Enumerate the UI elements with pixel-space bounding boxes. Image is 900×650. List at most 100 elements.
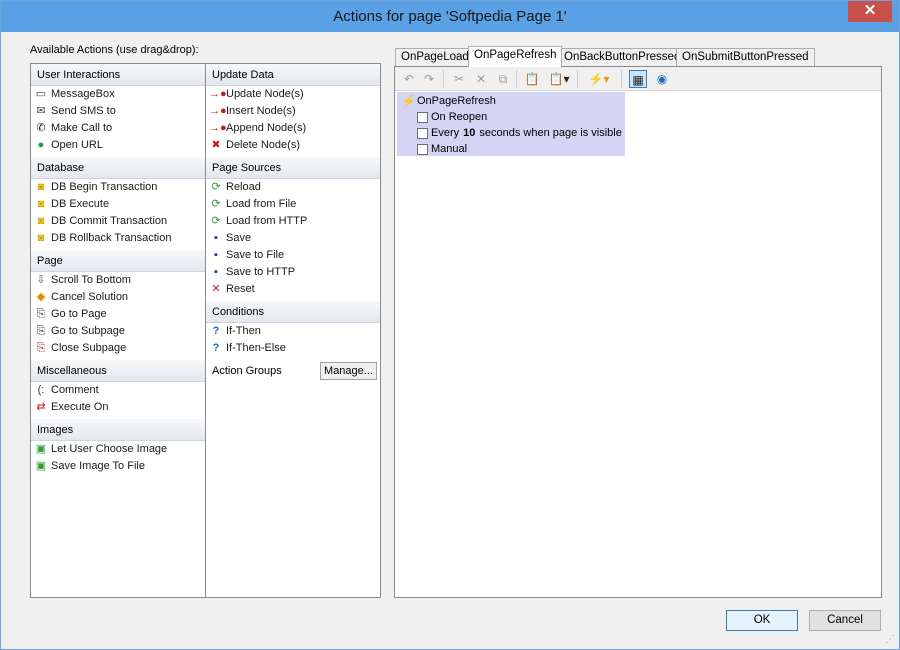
append-node-icon: →● (209, 122, 227, 134)
event-icon[interactable]: ⚡▾ (585, 70, 613, 88)
preview-icon[interactable]: ◉ (653, 70, 671, 88)
toolbar-separator (443, 70, 444, 88)
action-go-subpage[interactable]: ⎘ Go to Subpage (31, 323, 205, 340)
action-reload[interactable]: ⟳ Reload (206, 179, 380, 196)
actions-column-right: Update Data →● Update Node(s) →● Insert No… (206, 64, 380, 597)
action-close-subpage[interactable]: ⎘ Close Subpage (31, 340, 205, 357)
group-header-update-data: Update Data (206, 64, 380, 86)
action-append-node[interactable]: →● Append Node(s) (206, 120, 380, 137)
option-every-interval[interactable]: Every 10 seconds when page is visible (417, 125, 622, 141)
action-scroll-bottom[interactable]: ⇩ Scroll To Bottom (31, 272, 205, 289)
event-tree: ⚡ OnPageRefresh On Reopen Every 10 seconds… (397, 92, 625, 156)
reset-icon: ✕ (211, 283, 221, 295)
group-header-page: Page (31, 250, 205, 272)
action-db-begin[interactable]: ◙ DB Begin Transaction (31, 179, 205, 196)
delete-icon[interactable]: ✕ (472, 70, 490, 88)
action-open-url[interactable]: ● Open URL (31, 137, 205, 154)
group-header-miscellaneous: Miscellaneous (31, 360, 205, 382)
action-make-call[interactable]: ✆ Make Call to (31, 120, 205, 137)
resize-grip-icon[interactable]: ⋰ (885, 635, 895, 645)
toolbar-separator (516, 70, 517, 88)
save-http-icon: ▪ (214, 266, 218, 278)
action-db-execute[interactable]: ◙ DB Execute (31, 196, 205, 213)
message-icon: ▭ (35, 88, 47, 100)
every-interval-checkbox[interactable] (417, 128, 428, 139)
action-execute-on[interactable]: ⇄ Execute On (31, 399, 205, 416)
action-comment[interactable]: (: Comment (31, 382, 205, 399)
save-icon: ▪ (214, 232, 218, 244)
window-title: Actions for page 'Softpedia Page 1' (333, 8, 567, 25)
cancel-button[interactable]: Cancel (809, 610, 881, 631)
undo-icon[interactable]: ↶ (400, 70, 418, 88)
delete-node-icon: ✖ (211, 139, 221, 151)
action-choose-image[interactable]: ▣ Let User Choose Image (31, 441, 205, 458)
paste-icon[interactable]: 📋 (523, 70, 541, 88)
action-reset[interactable]: ✕ Reset (206, 281, 380, 298)
envelope-icon: ✉ (36, 105, 46, 117)
event-editor: ↶ ↷ ✂ ✕ ⧉ 📋 📋▾ ⚡▾ ▦ ◉ ⚡ OnPageRefresh On… (394, 66, 882, 598)
group-header-conditions: Conditions (206, 301, 380, 323)
action-save-file[interactable]: ▪ Save to File (206, 247, 380, 264)
action-save-image[interactable]: ▣ Save Image To File (31, 458, 205, 475)
phone-icon: ✆ (36, 122, 46, 134)
insert-node-icon: →● (209, 105, 227, 117)
dialog-window: Actions for page 'Softpedia Page 1' ✕ Av… (0, 0, 900, 650)
action-if-then-else[interactable]: ? If-Then-Else (206, 340, 380, 357)
action-load-http[interactable]: ⟳ Load from HTTP (206, 213, 380, 230)
title-bar[interactable]: Actions for page 'Softpedia Page 1' ✕ (1, 1, 899, 32)
action-update-node[interactable]: →● Update Node(s) (206, 86, 380, 103)
action-save[interactable]: ▪ Save (206, 230, 380, 247)
toolbar-separator (621, 70, 622, 88)
close-button[interactable]: ✕ (848, 1, 892, 22)
group-header-database: Database (31, 157, 205, 179)
on-reopen-checkbox[interactable] (417, 112, 428, 123)
db-execute-icon: ◙ (37, 198, 45, 210)
action-send-sms[interactable]: ✉ Send SMS to (31, 103, 205, 120)
action-load-file[interactable]: ⟳ Load from File (206, 196, 380, 213)
scroll-down-icon: ⇩ (36, 274, 46, 286)
db-begin-icon: ◙ (37, 181, 45, 193)
ok-button[interactable]: OK (726, 610, 798, 631)
copy-icon[interactable]: ⧉ (494, 70, 512, 88)
redo-icon[interactable]: ↷ (420, 70, 438, 88)
action-db-rollback[interactable]: ◙ DB Rollback Transaction (31, 230, 205, 247)
save-file-icon: ▪ (214, 249, 218, 261)
cancel-diamond-icon: ◆ (36, 291, 46, 303)
actions-column-left: User Interactions ▭ MessageBox ✉ Send SMS … (31, 64, 206, 597)
action-delete-node[interactable]: ✖ Delete Node(s) (206, 137, 380, 154)
option-manual[interactable]: Manual (417, 141, 467, 157)
comment-icon: (: (37, 384, 45, 396)
action-db-commit[interactable]: ◙ DB Commit Transaction (31, 213, 205, 230)
url-icon: ● (37, 139, 45, 151)
tab-onpageload[interactable]: OnPageLoad (395, 48, 475, 67)
manual-checkbox[interactable] (417, 144, 428, 155)
group-header-user-interactions: User Interactions (31, 64, 205, 86)
manage-button[interactable]: Manage... (320, 362, 377, 380)
option-on-reopen[interactable]: On Reopen (417, 109, 487, 125)
tree-root-onpagerefresh[interactable]: ⚡ OnPageRefresh (401, 94, 496, 109)
group-header-page-sources: Page Sources (206, 157, 380, 179)
tab-onsubmitbuttonpressed[interactable]: OnSubmitButtonPressed (676, 48, 815, 67)
question-icon: ? (212, 342, 220, 354)
action-messagebox[interactable]: ▭ MessageBox (31, 86, 205, 103)
action-save-http[interactable]: ▪ Save to HTTP (206, 264, 380, 281)
tab-onpagerefresh[interactable]: OnPageRefresh (468, 46, 563, 67)
action-cancel-solution[interactable]: ◆ Cancel Solution (31, 289, 205, 306)
go-page-icon: ⎘ (36, 308, 46, 320)
grid-view-icon[interactable]: ▦ (629, 70, 647, 88)
reload-icon: ⟳ (211, 181, 221, 193)
action-insert-node[interactable]: →● Insert Node(s) (206, 103, 380, 120)
interval-value[interactable]: 10 (459, 127, 479, 139)
action-go-page[interactable]: ⎘ Go to Page (31, 306, 205, 323)
go-subpage-icon: ⎘ (36, 325, 46, 337)
db-commit-icon: ◙ (37, 215, 45, 227)
cut-icon[interactable]: ✂ (450, 70, 468, 88)
action-if-then[interactable]: ? If-Then (206, 323, 380, 340)
available-actions-panel: User Interactions ▭ MessageBox ✉ Send SMS … (30, 63, 381, 598)
update-node-icon: →● (209, 88, 227, 100)
close-subpage-icon: ⎘ (36, 342, 46, 354)
editor-toolbar: ↶ ↷ ✂ ✕ ⧉ 📋 📋▾ ⚡▾ ▦ ◉ (395, 67, 881, 91)
load-http-icon: ⟳ (211, 215, 221, 227)
tab-onbackbuttonpressed[interactable]: OnBackButtonPressed (558, 48, 687, 67)
paste-special-icon[interactable]: 📋▾ (547, 70, 571, 88)
